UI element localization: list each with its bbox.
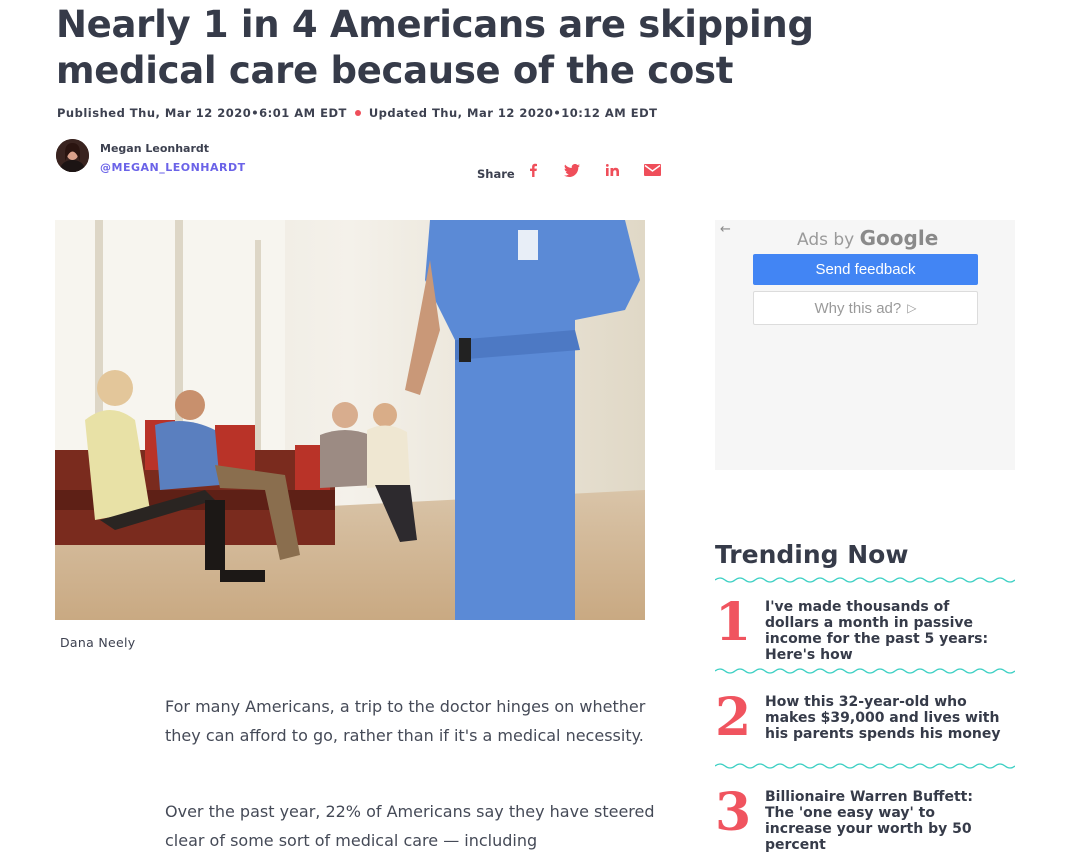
ads-by-google: Ads by Google bbox=[797, 226, 938, 250]
trending-headline[interactable]: I've made thousands of dollars a month i… bbox=[765, 599, 1005, 663]
back-arrow-icon[interactable]: ← bbox=[720, 222, 731, 237]
article-paragraph: For many Americans, a trip to the doctor… bbox=[165, 697, 646, 745]
trending-headline[interactable]: How this 32-year-old who makes $39,000 a… bbox=[765, 694, 1005, 742]
image-caption: Dana Neely bbox=[60, 635, 136, 650]
published-time: Published Thu, Mar 12 2020•6:01 AM EDT bbox=[57, 106, 347, 120]
trending-item[interactable]: 2 How this 32-year-old who makes $39,000… bbox=[715, 688, 1015, 764]
article-hero-image bbox=[55, 220, 645, 620]
trending-headline[interactable]: Billionaire Warren Buffett: The 'one eas… bbox=[765, 789, 1005, 853]
email-icon[interactable] bbox=[642, 160, 662, 180]
author-handle[interactable]: @MEGAN_LEONHARDT bbox=[100, 161, 246, 174]
updated-time: Updated Thu, Mar 12 2020•10:12 AM EDT bbox=[368, 106, 658, 120]
wave-divider bbox=[715, 763, 1015, 769]
separator-dot bbox=[354, 110, 361, 116]
wave-divider bbox=[715, 668, 1015, 674]
trending-now-heading: Trending Now bbox=[715, 540, 909, 569]
trending-item[interactable]: 1 I've made thousands of dollars a month… bbox=[715, 593, 1015, 669]
article-headline: Nearly 1 in 4 Americans are skipping med… bbox=[56, 3, 814, 92]
google-ad-panel: ← Ads by Google Send feedback Why this a… bbox=[715, 220, 1015, 470]
wave-divider bbox=[715, 577, 1015, 583]
author-avatar[interactable] bbox=[56, 139, 89, 172]
trending-rank: 3 bbox=[715, 782, 752, 843]
why-this-ad-button[interactable]: Why this ad? ▷ bbox=[753, 291, 978, 325]
share-label: Share bbox=[477, 167, 515, 181]
linkedin-icon[interactable] bbox=[602, 160, 622, 180]
google-logo: Google bbox=[859, 226, 939, 250]
trending-rank: 2 bbox=[715, 687, 752, 748]
article-paragraph: Over the past year, 22% of Americans say… bbox=[165, 802, 655, 850]
ads-by-label: Ads by bbox=[797, 230, 855, 250]
why-this-ad-label: Why this ad? bbox=[814, 299, 902, 317]
twitter-icon[interactable] bbox=[562, 160, 582, 180]
trending-item[interactable]: 3 Billionaire Warren Buffett: The 'one e… bbox=[715, 783, 1015, 859]
adchoices-icon: ▷ bbox=[907, 301, 917, 315]
author-name[interactable]: Megan Leonhardt bbox=[100, 142, 209, 155]
article-timestamps: Published Thu, Mar 12 2020•6:01 AM EDT Up… bbox=[57, 106, 657, 120]
trending-rank: 1 bbox=[715, 592, 752, 653]
send-feedback-button[interactable]: Send feedback bbox=[753, 254, 978, 285]
facebook-icon[interactable] bbox=[523, 160, 543, 180]
